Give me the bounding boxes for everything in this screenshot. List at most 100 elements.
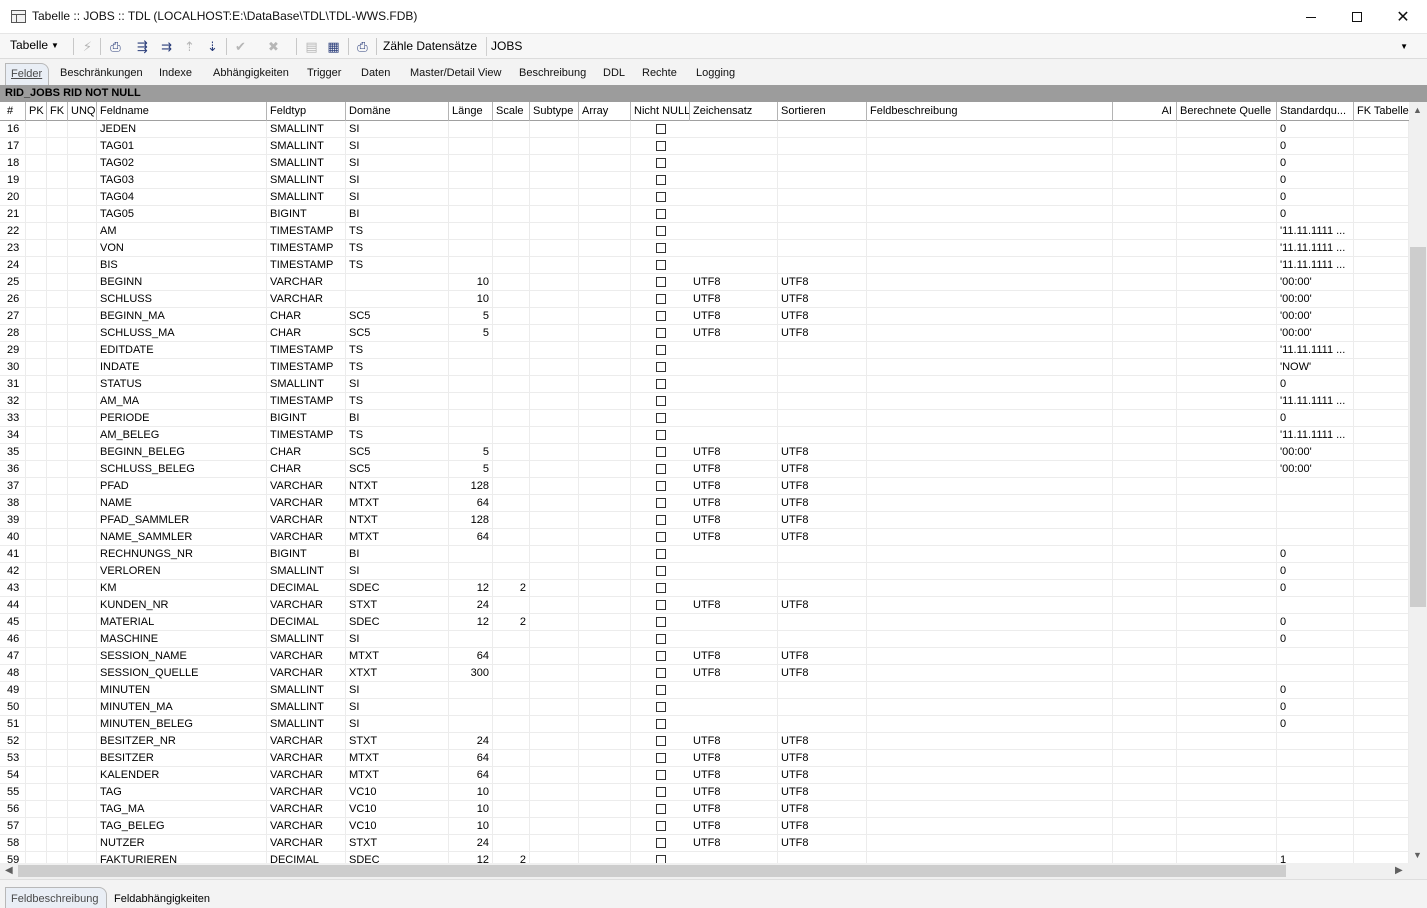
- table-cell[interactable]: [1277, 478, 1354, 495]
- table-cell[interactable]: TAG01: [97, 138, 267, 155]
- not-null-checkbox[interactable]: [656, 396, 666, 406]
- table-cell[interactable]: [47, 699, 68, 716]
- table-cell[interactable]: 28: [4, 325, 26, 342]
- table-cell[interactable]: VARCHAR: [267, 835, 346, 852]
- not-null-checkbox[interactable]: [656, 243, 666, 253]
- table-cell[interactable]: MTXT: [346, 767, 449, 784]
- table-cell[interactable]: [579, 359, 631, 376]
- table-cell[interactable]: STXT: [346, 733, 449, 750]
- table-cell[interactable]: [867, 376, 1113, 393]
- table-cell[interactable]: [530, 563, 579, 580]
- table-cell[interactable]: KALENDER: [97, 767, 267, 784]
- table-cell[interactable]: [1113, 223, 1177, 240]
- table-cell[interactable]: [26, 342, 47, 359]
- table-cell[interactable]: TS: [346, 359, 449, 376]
- table-cell[interactable]: [1177, 801, 1277, 818]
- table-cell[interactable]: [26, 631, 47, 648]
- table-cell[interactable]: [493, 444, 530, 461]
- table-cell[interactable]: UTF8: [690, 529, 778, 546]
- table-cell[interactable]: [530, 155, 579, 172]
- table-cell[interactable]: AM_BELEG: [97, 427, 267, 444]
- table-cell[interactable]: SI: [346, 563, 449, 580]
- table-row[interactable]: 17 TAG01 SMALLINT SI 0: [0, 138, 1409, 155]
- table-cell[interactable]: UTF8: [778, 308, 867, 325]
- table-cell[interactable]: [68, 308, 97, 325]
- table-cell[interactable]: UTF8: [690, 750, 778, 767]
- table-cell[interactable]: [1113, 529, 1177, 546]
- table-cell[interactable]: BEGINN: [97, 274, 267, 291]
- table-cell[interactable]: 12: [449, 580, 493, 597]
- table-cell[interactable]: 45: [4, 614, 26, 631]
- table-cell[interactable]: [690, 155, 778, 172]
- table-cell[interactable]: [449, 138, 493, 155]
- table-cell[interactable]: [26, 614, 47, 631]
- table-cell[interactable]: [68, 580, 97, 597]
- table-cell[interactable]: [690, 359, 778, 376]
- table-cell[interactable]: [867, 274, 1113, 291]
- table-cell[interactable]: [690, 257, 778, 274]
- table-row[interactable]: 19 TAG03 SMALLINT SI 0: [0, 172, 1409, 189]
- table-cell[interactable]: VARCHAR: [267, 512, 346, 529]
- column-header[interactable]: Berechnete Quelle: [1177, 102, 1277, 121]
- table-cell[interactable]: [47, 206, 68, 223]
- table-cell[interactable]: XTXT: [346, 665, 449, 682]
- table-cell[interactable]: [778, 359, 867, 376]
- table-cell[interactable]: [47, 682, 68, 699]
- table-cell[interactable]: [26, 648, 47, 665]
- table-cell[interactable]: 2: [493, 580, 530, 597]
- table-cell[interactable]: [449, 631, 493, 648]
- table-cell[interactable]: [1354, 427, 1409, 444]
- table-cell[interactable]: UTF8: [778, 495, 867, 512]
- table-cell[interactable]: [68, 121, 97, 138]
- table-cell[interactable]: [690, 716, 778, 733]
- table-cell[interactable]: [1113, 801, 1177, 818]
- table-cell[interactable]: [778, 393, 867, 410]
- table-cell[interactable]: [579, 240, 631, 257]
- table-cell[interactable]: 24: [449, 733, 493, 750]
- table-cell[interactable]: 'NOW': [1277, 359, 1354, 376]
- table-cell[interactable]: [1177, 699, 1277, 716]
- table-cell[interactable]: [493, 767, 530, 784]
- table-cell[interactable]: [68, 852, 97, 863]
- table-cell[interactable]: BI: [346, 546, 449, 563]
- table-cell[interactable]: [579, 699, 631, 716]
- fields-grid[interactable]: # PK FK UNQ Feldname Feldtyp Domäne Läng…: [0, 102, 1409, 863]
- table-cell[interactable]: [1113, 563, 1177, 580]
- table-cell[interactable]: [579, 546, 631, 563]
- column-header[interactable]: PK: [26, 102, 47, 121]
- table-cell[interactable]: [1354, 393, 1409, 410]
- column-header[interactable]: Array: [579, 102, 631, 121]
- table-cell[interactable]: [1177, 223, 1277, 240]
- table-cell[interactable]: UTF8: [778, 733, 867, 750]
- table-cell[interactable]: [26, 852, 47, 863]
- table-cell[interactable]: [68, 614, 97, 631]
- table-cell[interactable]: [867, 223, 1113, 240]
- table-cell[interactable]: [579, 767, 631, 784]
- tab-daten[interactable]: Daten: [361, 67, 390, 79]
- table-cell[interactable]: [26, 818, 47, 835]
- table-cell[interactable]: [1354, 529, 1409, 546]
- tab-feldbeschreibung[interactable]: Feldbeschreibung: [5, 887, 108, 908]
- table-cell[interactable]: [579, 597, 631, 614]
- table-cell[interactable]: [867, 580, 1113, 597]
- column-header[interactable]: Domäne: [346, 102, 449, 121]
- tab-indexe[interactable]: Indexe: [159, 67, 192, 79]
- table-row[interactable]: 54 KALENDER VARCHAR MTXT 64 UTF8 UTF8: [0, 767, 1409, 784]
- table-cell[interactable]: [493, 631, 530, 648]
- table-cell[interactable]: CHAR: [267, 444, 346, 461]
- table-cell[interactable]: [579, 325, 631, 342]
- table-cell[interactable]: [1354, 206, 1409, 223]
- table-cell[interactable]: [1113, 172, 1177, 189]
- table-cell[interactable]: [1354, 444, 1409, 461]
- table-cell[interactable]: [530, 665, 579, 682]
- scroll-down-icon[interactable]: ▼: [1413, 850, 1422, 860]
- tab-beschraenkungen[interactable]: Beschränkungen: [60, 67, 143, 79]
- table-cell[interactable]: [690, 189, 778, 206]
- column-header[interactable]: Feldbeschreibung: [867, 102, 1113, 121]
- table-cell[interactable]: [493, 274, 530, 291]
- table-cell[interactable]: [579, 223, 631, 240]
- table-cell[interactable]: [68, 597, 97, 614]
- table-cell[interactable]: [1113, 121, 1177, 138]
- table-cell[interactable]: TAG02: [97, 155, 267, 172]
- table-cell[interactable]: [47, 189, 68, 206]
